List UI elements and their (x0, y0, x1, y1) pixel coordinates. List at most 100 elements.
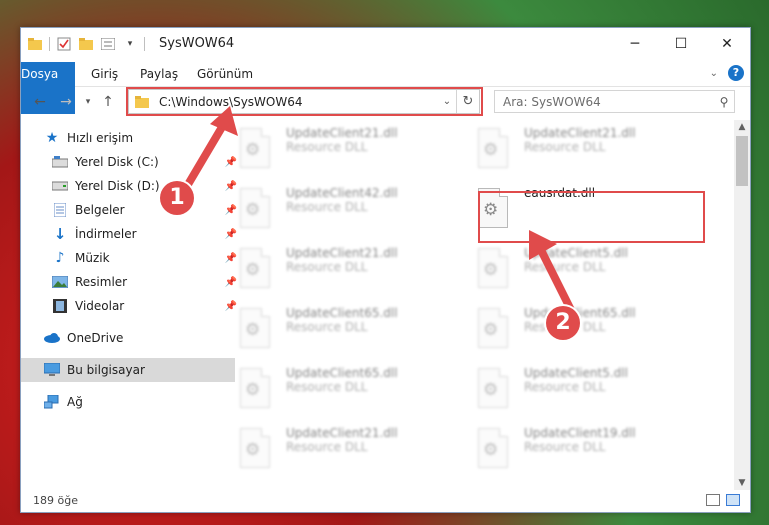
close-button[interactable]: ✕ (704, 28, 750, 60)
tab-share[interactable]: Paylaş (140, 62, 178, 86)
dll-file-icon: ⚙ (240, 128, 274, 170)
file-type: Resource DLL (524, 380, 606, 394)
dll-file-icon: ⚙ (478, 308, 512, 350)
window-title: SysWOW64 (159, 36, 235, 51)
videos-icon (51, 298, 69, 314)
drive-icon (51, 178, 69, 194)
sidebar-item-label: İndirmeler (75, 227, 137, 241)
sidebar-item-label: Videolar (75, 299, 125, 313)
list-item[interactable]: ⚙ UpdateClient65.dllResource DLL (240, 304, 460, 356)
sidebar-item-downloads[interactable]: ↓ İndirmeler 📌 (21, 222, 243, 246)
search-box[interactable]: Ara: SysWOW64 ⚲ (494, 90, 735, 113)
scroll-up-icon[interactable]: ▲ (734, 120, 750, 134)
cloud-icon (43, 330, 61, 346)
list-item[interactable]: ⚙ UpdateClient21.dll Resource DLL (240, 244, 460, 296)
network-icon (43, 394, 61, 410)
separator (144, 37, 145, 51)
scroll-down-icon[interactable]: ▼ (734, 476, 750, 490)
properties-icon[interactable] (56, 36, 72, 52)
help-icon[interactable]: ? (728, 65, 744, 81)
ribbon-right-controls: ⌄ ? (710, 65, 744, 81)
callout-badge-1: 1 (160, 181, 194, 215)
sidebar-item-label: Resimler (75, 275, 128, 289)
details-view-icon[interactable] (706, 494, 720, 506)
list-item[interactable]: ⚙ UpdateClient5.dll Resource DLL (478, 364, 698, 416)
vertical-scrollbar[interactable]: ▲ ▼ (734, 120, 750, 490)
file-name: UpdateClient21.dll (286, 426, 398, 440)
window-controls: ─ ☐ ✕ (612, 28, 750, 60)
navigation-bar: ← → ▾ ↑ C:\Windows\SysWOW64 ⌄ ↻ Ara: Sys… (21, 87, 750, 117)
file-type: Resource DLL (286, 380, 368, 394)
dll-file-icon: ⚙ (478, 248, 512, 290)
list-item[interactable]: ⚙ UpdateClient65.dllResource DLL (240, 364, 460, 416)
pictures-icon (51, 274, 69, 290)
file-name: UpdateClient19.dll (524, 426, 636, 440)
dll-file-icon: ⚙ (478, 428, 512, 470)
dll-file-icon: ⚙ (240, 428, 274, 470)
sidebar-item-label: Ağ (67, 395, 83, 409)
music-icon: ♪ (55, 250, 65, 266)
dll-file-icon: ⚙ (240, 308, 274, 350)
download-icon: ↓ (53, 225, 67, 243)
forward-button[interactable]: → (55, 91, 77, 113)
tiles-view-icon[interactable] (726, 494, 740, 506)
folder-icon (27, 36, 43, 52)
sidebar-item-label: Müzik (75, 251, 110, 265)
file-name: UpdateClient21.dll (286, 246, 398, 260)
star-icon: ★ (45, 130, 59, 146)
sidebar-item-label: Yerel Disk (D:) (75, 179, 160, 193)
file-name: UpdateClient65.dll (286, 306, 398, 320)
new-folder-icon[interactable] (78, 36, 94, 52)
tab-home[interactable]: Giriş (91, 62, 118, 86)
drive-icon (51, 154, 69, 170)
dll-file-icon: ⚙ (478, 368, 512, 410)
tab-view[interactable]: Görünüm (197, 62, 253, 86)
file-type: Resource DLL (524, 140, 606, 154)
view-switcher (706, 494, 740, 506)
title-bar: ▾ SysWOW64 ─ ☐ ✕ (21, 28, 750, 62)
sidebar-item-pictures[interactable]: Resimler 📌 (21, 270, 243, 294)
file-list: ⚙ UpdateClient21.dll Resource DLL ⚙ Updat… (214, 120, 734, 490)
maximize-button[interactable]: ☐ (658, 28, 704, 60)
computer-icon (43, 362, 61, 378)
list-item[interactable]: ⚙ UpdateClient21.dll Resource DLL (240, 124, 460, 176)
recent-locations-button[interactable]: ▾ (77, 91, 99, 113)
file-name: UpdateClient21.dll (524, 126, 636, 140)
minimize-button[interactable]: ─ (612, 28, 658, 60)
up-button[interactable]: ↑ (97, 91, 119, 113)
file-type: Resource DLL (286, 140, 368, 154)
sidebar-item-label: Bu bilgisayar (67, 363, 145, 377)
ribbon-tabs: Dosya Giriş Paylaş Görünüm ⌄ ? (21, 62, 750, 114)
file-type: Resource DLL (286, 260, 368, 274)
file-type: Resource DLL (286, 440, 368, 454)
sidebar-item-this-pc[interactable]: Bu bilgisayar (21, 358, 235, 382)
sidebar-item-label: OneDrive (67, 331, 124, 345)
sidebar-item-onedrive[interactable]: OneDrive (21, 326, 235, 350)
list-item[interactable]: ⚙ UpdateClient21.dll Resource DLL (240, 424, 460, 476)
view-options-icon[interactable] (100, 36, 116, 52)
customize-qat-icon[interactable]: ▾ (122, 36, 138, 52)
status-bar: 189 öğe (21, 490, 750, 512)
expand-ribbon-icon[interactable]: ⌄ (710, 68, 718, 79)
list-item[interactable]: ⚙ UpdateClient19.dll Resource DLL (478, 424, 698, 476)
dll-file-icon: ⚙ (240, 368, 274, 410)
back-button[interactable]: ← (29, 91, 51, 113)
list-item[interactable]: ⚙ UpdateClient42.dll Resource DLL (240, 184, 460, 236)
item-count: 189 öğe (33, 494, 78, 507)
documents-icon (51, 202, 69, 218)
dll-file-icon: ⚙ (240, 188, 274, 230)
file-type: Resource DLL (286, 320, 368, 334)
sidebar-item-network[interactable]: Ağ (21, 390, 235, 414)
scroll-thumb[interactable] (736, 136, 748, 186)
search-input[interactable]: Ara: SysWOW64 (503, 95, 714, 109)
search-icon[interactable]: ⚲ (714, 95, 734, 109)
file-name: UpdateClient5.dll (524, 366, 628, 380)
sidebar-item-label: Yerel Disk (C:) (75, 155, 159, 169)
file-name: UpdateClient42.dll (286, 186, 398, 200)
separator (49, 37, 50, 51)
list-item[interactable]: ⚙ UpdateClient21.dll Resource DLL (478, 124, 698, 176)
sidebar-item-videos[interactable]: Videolar 📌 (21, 294, 243, 318)
file-type: Resource DLL (286, 200, 368, 214)
file-name: UpdateClient65.dll (286, 366, 398, 380)
sidebar-item-music[interactable]: ♪ Müzik 📌 (21, 246, 243, 270)
